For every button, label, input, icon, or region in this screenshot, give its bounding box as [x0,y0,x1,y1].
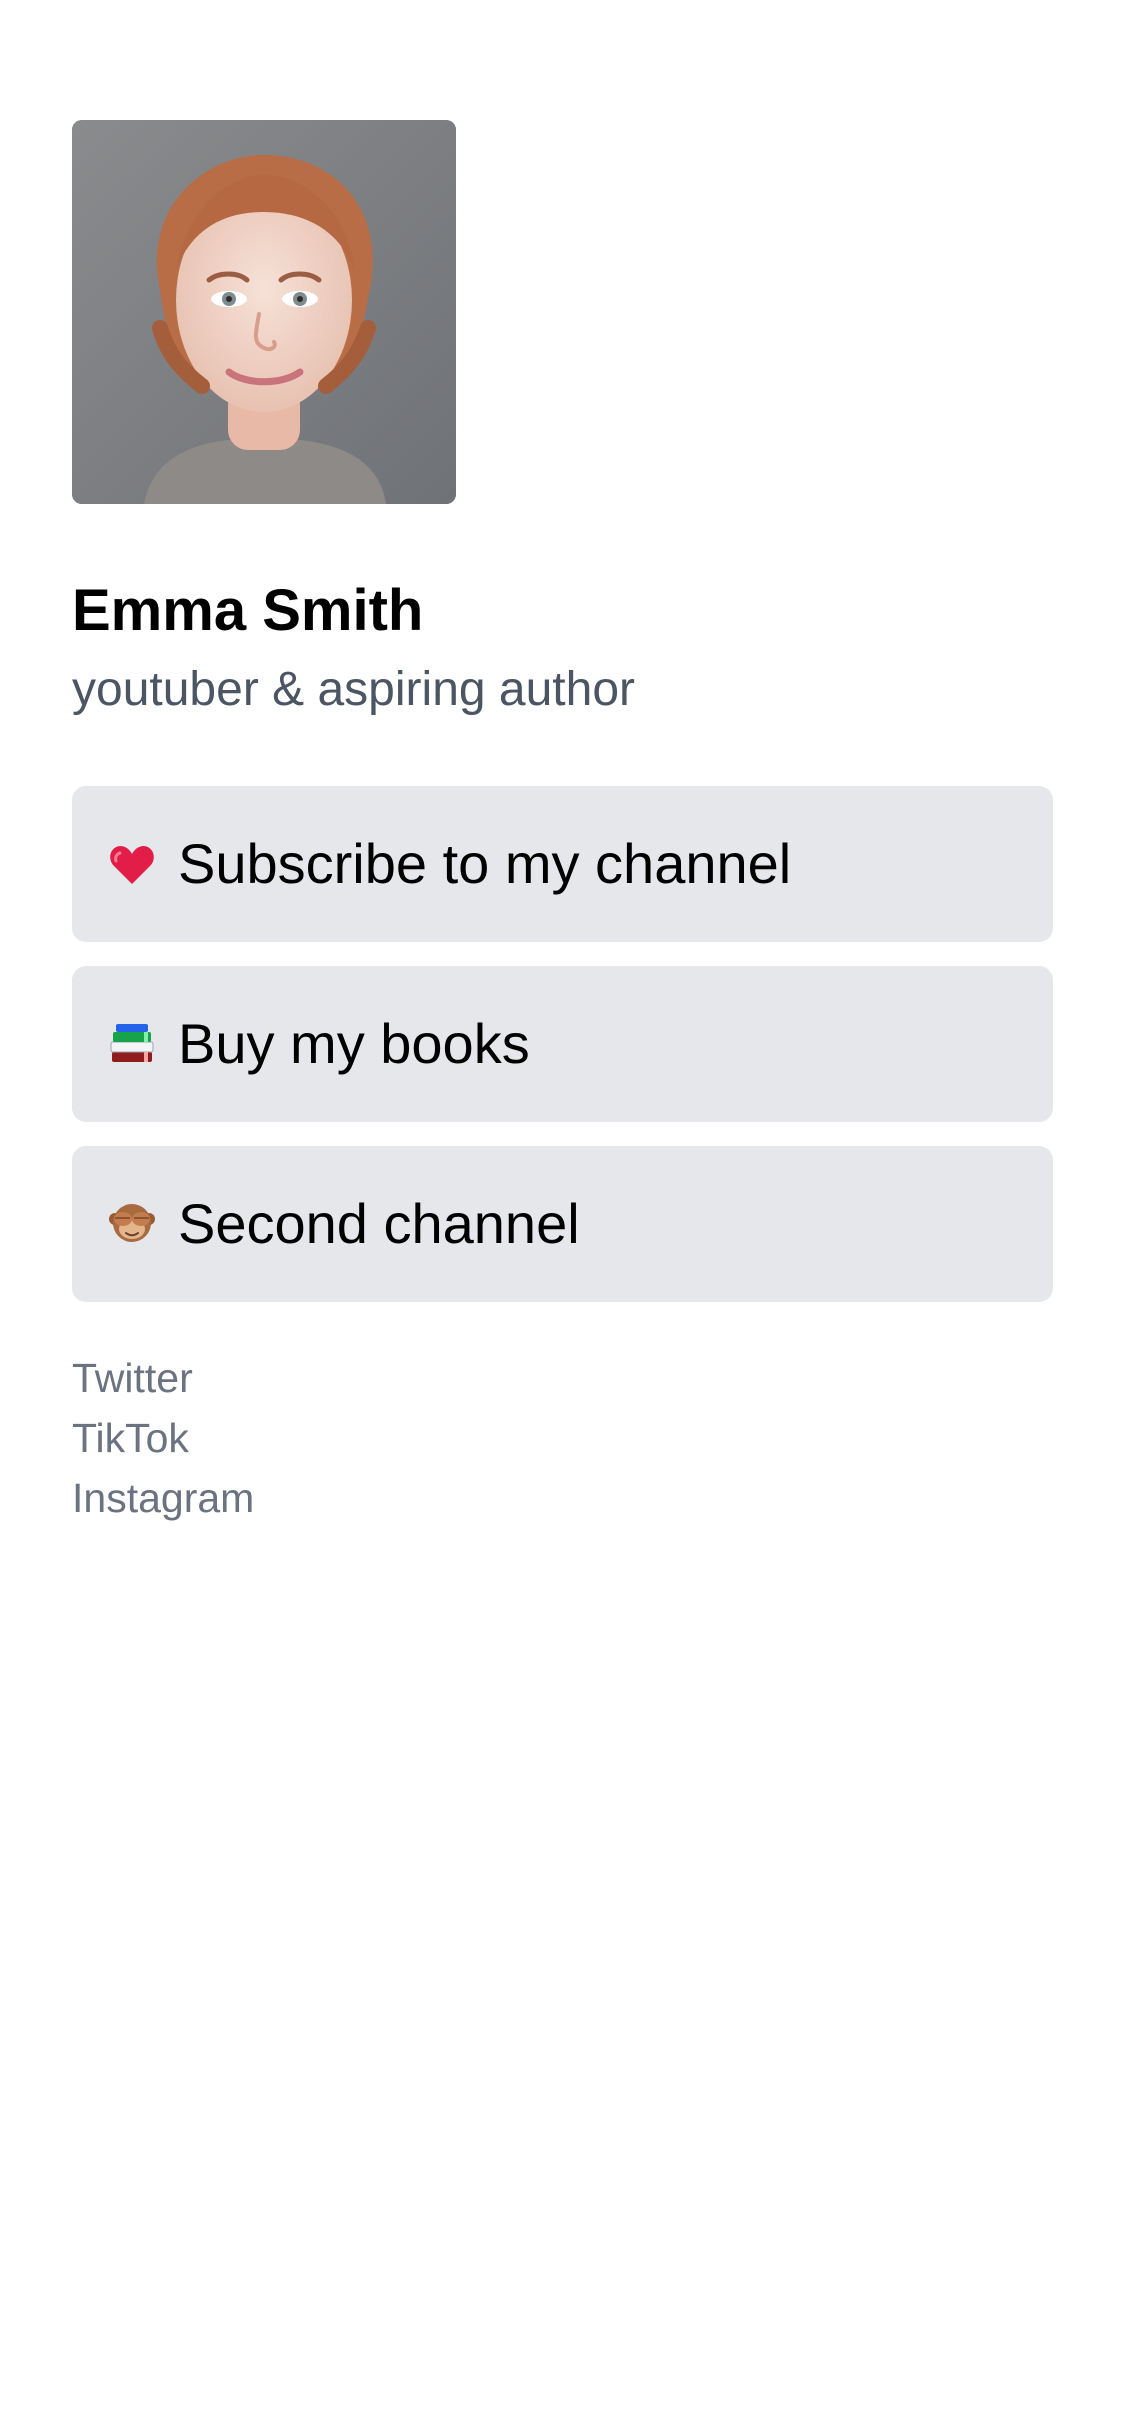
social-link-twitter[interactable]: Twitter [72,1348,193,1408]
buy-books-label: Buy my books [178,1012,530,1075]
profile-name: Emma Smith [72,578,424,643]
avatar [72,120,456,504]
social-links: Twitter TikTok Instagram [72,1348,1053,1528]
links-list: Subscribe to my channel Buy my books Sec… [72,786,1053,1302]
profile-tagline: youtuber & aspiring author [72,663,636,716]
social-link-tiktok[interactable]: TikTok [72,1408,189,1468]
subscribe-channel-button[interactable]: Subscribe to my channel [72,786,1053,942]
profile-page: Emma Smith youtuber & aspiring author Su… [0,0,1125,2436]
red-heart-icon [106,838,158,890]
buy-books-button[interactable]: Buy my books [72,966,1053,1122]
social-link-instagram[interactable]: Instagram [72,1468,254,1528]
subscribe-channel-label: Subscribe to my channel [178,832,792,895]
see-no-evil-monkey-icon [106,1198,158,1250]
second-channel-label: Second channel [178,1192,580,1255]
second-channel-button[interactable]: Second channel [72,1146,1053,1302]
books-icon [106,1018,158,1070]
